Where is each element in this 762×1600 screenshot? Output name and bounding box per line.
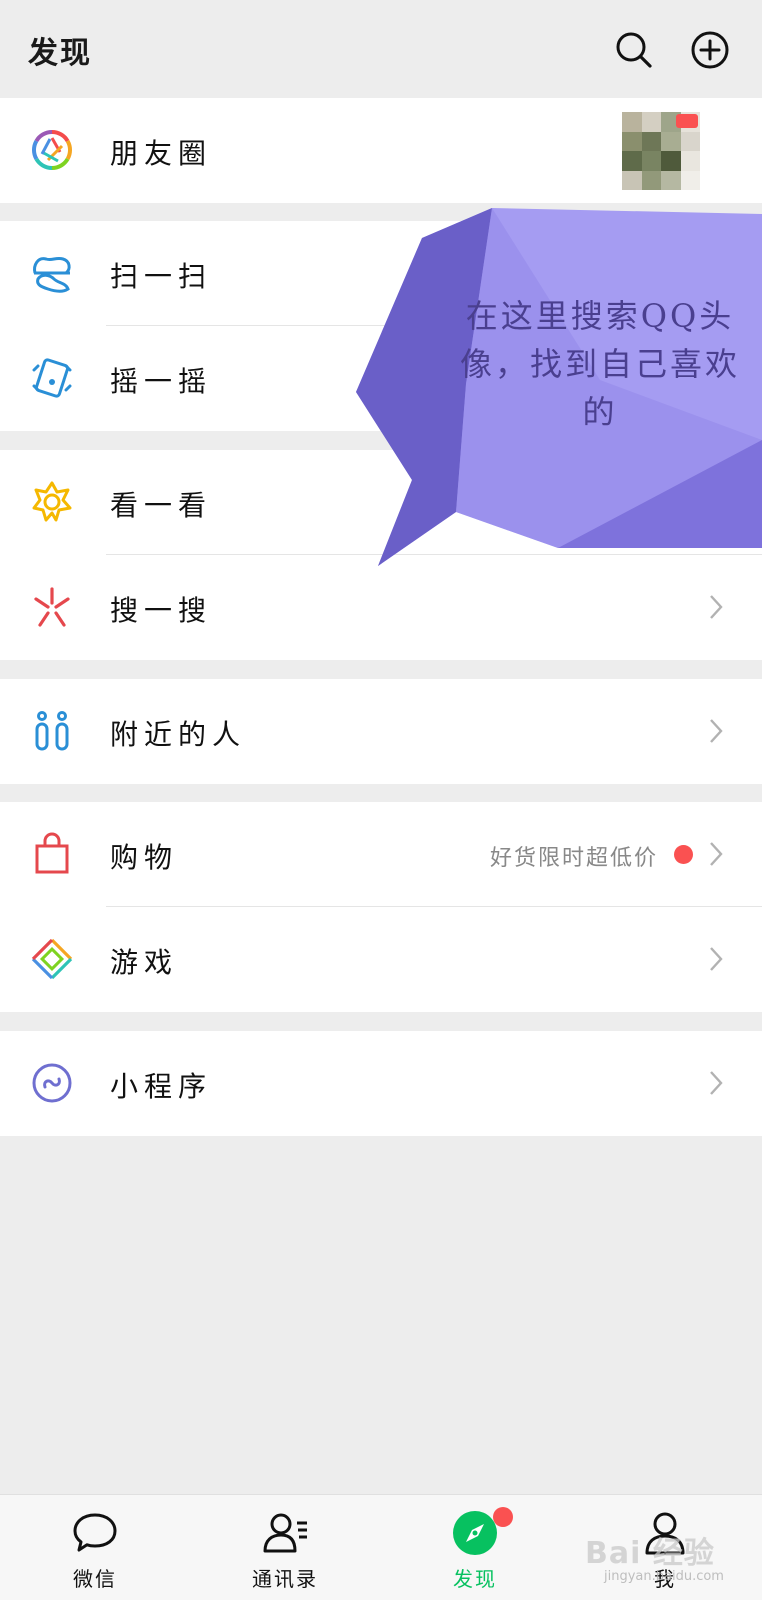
tab-contacts[interactable]: 通讯录 — [220, 1495, 350, 1600]
chevron-right-icon — [710, 719, 723, 743]
annotation-text: 在这里搜索QQ头像，找到自己喜欢的 — [459, 297, 740, 431]
chat-bubble-icon — [73, 1513, 117, 1552]
group-stories-search: 看一看 搜一搜 — [0, 450, 762, 660]
tab-chats[interactable]: 微信 — [30, 1495, 160, 1600]
new-moment-badge — [676, 114, 698, 128]
menu-item-mini-programs[interactable]: 小程序 — [0, 1031, 762, 1136]
menu-item-shopping[interactable]: 购物 好货限时超低价 — [0, 802, 762, 907]
menu-item-top-stories[interactable]: 看一看 — [0, 450, 762, 555]
search-star-icon — [34, 587, 70, 627]
menu-item-label: 看一看 — [110, 489, 213, 522]
tab-label: 发现 — [453, 1567, 497, 1591]
top-bar: 发现 — [0, 0, 762, 98]
shopping-bag-icon — [35, 832, 69, 874]
scan-icon — [33, 256, 71, 293]
group-moments: 朋友圈 — [0, 98, 762, 203]
shake-icon — [32, 358, 72, 398]
group-mini-programs: 小程序 — [0, 1031, 762, 1136]
baidu-watermark-url: jingyan.baidu.com — [604, 1569, 724, 1584]
menu-item-games[interactable]: 游戏 — [0, 907, 762, 1012]
people-nearby-icon — [35, 711, 69, 751]
menu-item-label: 扫一扫 — [110, 260, 213, 293]
search-icon[interactable] — [614, 30, 654, 70]
chevron-right-icon — [710, 842, 723, 866]
contacts-icon — [263, 1513, 307, 1553]
mini-program-icon — [32, 1063, 72, 1103]
tab-label: 通讯录 — [252, 1567, 318, 1591]
baidu-watermark: Bai 经验 — [585, 1536, 715, 1571]
chevron-right-icon — [710, 595, 723, 619]
shopping-promo-text: 好货限时超低价 — [489, 846, 658, 871]
notification-dot — [493, 1507, 513, 1527]
games-diamond-icon — [31, 938, 73, 980]
tab-discover[interactable]: 发现 — [410, 1495, 540, 1600]
tab-label: 微信 — [73, 1567, 117, 1591]
plus-circle-icon[interactable] — [690, 30, 730, 70]
menu-item-moments[interactable]: 朋友圈 — [0, 98, 762, 203]
group-shopping-games: 购物 好货限时超低价 游戏 — [0, 802, 762, 1012]
page-title: 发现 — [28, 36, 92, 71]
moments-aperture-icon — [31, 129, 73, 171]
menu-item-label: 朋友圈 — [110, 137, 213, 170]
chevron-right-icon — [710, 1071, 723, 1095]
group-nearby: 附近的人 — [0, 679, 762, 784]
menu-item-search[interactable]: 搜一搜 — [0, 555, 762, 660]
menu-item-nearby[interactable]: 附近的人 — [0, 679, 762, 784]
menu-item-label: 附近的人 — [110, 718, 247, 751]
menu-item-label: 购物 — [110, 841, 179, 874]
compass-icon — [453, 1511, 497, 1555]
menu-item-label: 小程序 — [110, 1070, 213, 1103]
menu-item-label: 游戏 — [110, 946, 179, 979]
notification-dot — [674, 845, 693, 864]
menu-item-label: 搜一搜 — [110, 594, 213, 627]
chevron-right-icon — [710, 947, 723, 971]
top-stories-icon — [32, 481, 72, 522]
menu-item-label: 摇一摇 — [110, 365, 213, 398]
